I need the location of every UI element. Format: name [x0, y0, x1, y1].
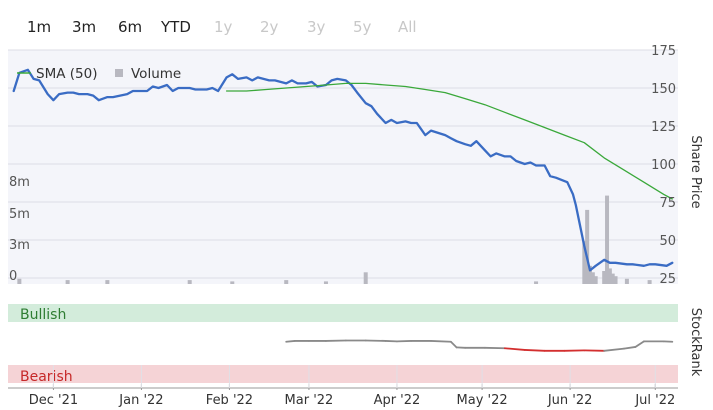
x-tick-label: Mar '22 — [285, 393, 334, 408]
price-tick-label: 25 — [659, 272, 676, 287]
stockrank-segment — [623, 346, 637, 350]
volume-bar — [187, 280, 192, 284]
volume-bar — [65, 280, 70, 284]
volume-bar — [323, 281, 328, 284]
x-tick-label: Feb '22 — [206, 393, 253, 408]
volume-bar — [363, 272, 368, 284]
volume-bar — [647, 280, 652, 284]
volume-bar — [284, 280, 289, 284]
price-tick-label: 50 — [659, 234, 676, 249]
bearish-label: Bearish — [20, 369, 73, 385]
stockrank-segment — [285, 340, 296, 343]
volume-bar — [230, 281, 235, 284]
price-tick-label: 175 — [651, 44, 676, 59]
volume-bar — [17, 278, 22, 284]
price-plot-area — [8, 50, 678, 284]
volume-tick-label: 3m — [9, 238, 30, 253]
bearish-band — [8, 365, 678, 383]
legend-volume-label[interactable]: Volume — [131, 66, 181, 82]
x-tick-label: Jul '22 — [634, 393, 675, 408]
stockrank-series — [285, 339, 674, 352]
volume-tick-label: 8m — [9, 175, 30, 190]
stock-chart: 175 150 125 100 75 50 25 8m 5m 3m 0 Share Price S… — [8, 44, 703, 408]
legend-volume-swatch — [115, 69, 123, 77]
volume-tick-label: 5m — [9, 207, 30, 222]
stockrank-segment — [603, 347, 625, 352]
x-tick-label: Jan '22 — [118, 393, 163, 408]
x-tick-label: May '22 — [457, 393, 508, 408]
price-axis-title: Share Price — [688, 135, 703, 208]
volume-bar — [534, 281, 539, 284]
stockrank-segment — [503, 347, 526, 351]
stockrank-segment — [430, 340, 452, 343]
volume-bar — [593, 276, 598, 284]
x-tick-label: Apr '22 — [374, 393, 421, 408]
volume-bar — [613, 276, 618, 284]
volume-tick-label: 0 — [9, 269, 17, 284]
stockrank-segment — [634, 340, 645, 348]
bullish-label: Bullish — [20, 307, 66, 323]
price-tick-label: 75 — [659, 196, 676, 211]
price-tick-label: 125 — [651, 120, 676, 135]
volume-bar — [105, 280, 110, 284]
x-tick-label: Jun '22 — [547, 393, 593, 408]
price-tick-label: 150 — [651, 82, 676, 97]
price-tick-label: 100 — [651, 158, 676, 173]
bullish-band — [8, 304, 678, 322]
stockrank-axis-title: StockRank — [688, 308, 703, 377]
legend-sma-label[interactable]: SMA (50) — [36, 66, 97, 82]
stockrank-segment — [523, 349, 546, 352]
x-tick-label: Dec '21 — [29, 393, 78, 408]
stockrank-segment — [449, 340, 458, 349]
volume-bar — [624, 278, 629, 284]
